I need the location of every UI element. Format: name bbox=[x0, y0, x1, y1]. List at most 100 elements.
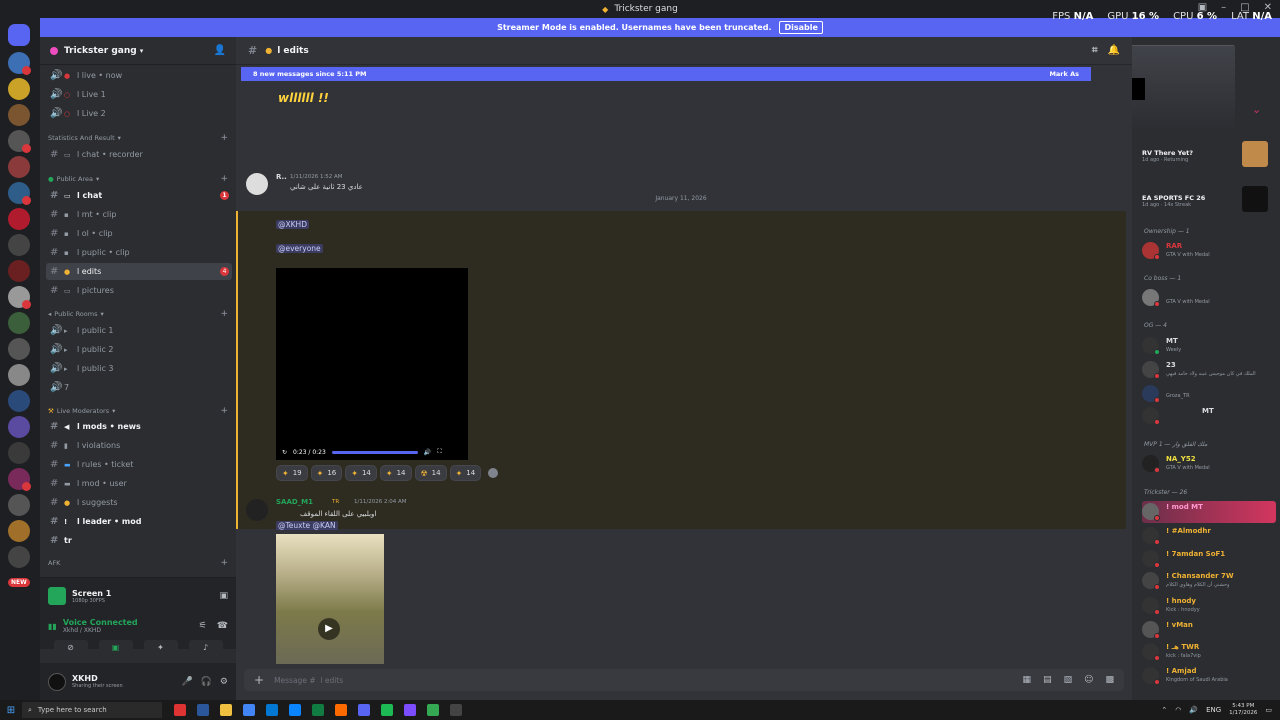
avatar[interactable] bbox=[246, 499, 268, 521]
member-item[interactable]: ! 7amdan SoF1 bbox=[1142, 548, 1276, 570]
add-channel-icon[interactable]: + bbox=[220, 406, 228, 416]
member-item[interactable]: ! Chansander 7W وحشني أن الكلام وهاوي الك… bbox=[1142, 570, 1276, 592]
server-icon[interactable] bbox=[8, 338, 30, 360]
channel-puplic-clip[interactable]: # ▪ l puplic • clip bbox=[46, 244, 232, 261]
channel-mods-news[interactable]: # ◀ l mods • news bbox=[46, 418, 232, 435]
reaction[interactable]: ☢ 14 bbox=[414, 465, 447, 481]
mark-as-read-button[interactable]: Mark As bbox=[1049, 70, 1079, 78]
app-icon[interactable] bbox=[266, 704, 278, 716]
emoji-icon[interactable]: ☺ bbox=[1084, 675, 1093, 685]
channel-mod-user[interactable]: # ▬ l mod • user bbox=[46, 475, 232, 492]
server-icon[interactable] bbox=[8, 416, 30, 438]
reaction[interactable]: ✦ 14 bbox=[379, 465, 412, 481]
server-icon[interactable] bbox=[8, 442, 30, 464]
notification-bell-icon[interactable]: 🔔 bbox=[1108, 45, 1120, 56]
category-afk[interactable]: AFK + bbox=[48, 557, 228, 569]
avatar[interactable] bbox=[246, 173, 268, 195]
member-item[interactable]: MT bbox=[1142, 405, 1276, 427]
chrome-icon[interactable] bbox=[427, 704, 439, 716]
channel-chat[interactable]: # ▭ l chat 1 bbox=[46, 187, 232, 204]
add-attachment-icon[interactable]: + bbox=[254, 673, 264, 687]
channel-pictures[interactable]: # ▭ l pictures bbox=[46, 282, 232, 299]
server-icon[interactable] bbox=[8, 546, 30, 568]
add-channel-icon[interactable]: + bbox=[220, 174, 228, 184]
taskbar-search[interactable]: ⌕ Type here to search bbox=[22, 702, 162, 718]
add-channel-icon[interactable]: + bbox=[220, 309, 228, 319]
member-item[interactable]: ! hnody Kick : hnodyy bbox=[1142, 595, 1276, 617]
activities-button[interactable]: ✦ bbox=[143, 640, 178, 656]
server-icon[interactable] bbox=[8, 260, 30, 282]
disconnect-icon[interactable]: ☎ bbox=[217, 621, 228, 631]
server-icon[interactable] bbox=[8, 364, 30, 386]
taskbar-clock[interactable]: 5:43 PM 1/17/2026 bbox=[1229, 703, 1257, 717]
video-progress-bar[interactable] bbox=[331, 450, 418, 454]
notifications-icon[interactable]: ▭ bbox=[1265, 706, 1272, 714]
voice-status-channel[interactable]: Xkhd / XKHD bbox=[63, 627, 138, 634]
disable-streamer-mode-button[interactable]: Disable bbox=[779, 21, 823, 34]
avatar[interactable] bbox=[48, 672, 66, 691]
channel-public-3[interactable]: 🔊 ▸ l public 3 bbox=[46, 360, 232, 377]
home-button[interactable] bbox=[8, 24, 30, 46]
sticker-icon[interactable]: ▧ bbox=[1064, 675, 1073, 685]
add-reaction-icon[interactable] bbox=[488, 468, 499, 478]
channel-public-1[interactable]: 🔊 ▸ l public 1 bbox=[46, 322, 232, 339]
user-mention[interactable]: @Teuxte @KAN bbox=[276, 521, 338, 530]
channel-chat-recorder[interactable]: # ▭ l chat • recorder bbox=[46, 146, 232, 163]
member-item[interactable]: ! Amjad Kingdom of Saudi Arabia bbox=[1142, 665, 1276, 687]
channel-violations[interactable]: # ▮ l violations bbox=[46, 437, 232, 454]
message-author[interactable]: R.. bbox=[276, 173, 287, 181]
channel-mt-clip[interactable]: # ▪ l mt • clip bbox=[46, 206, 232, 223]
app-icon[interactable] bbox=[450, 704, 462, 716]
app-icon[interactable] bbox=[312, 704, 324, 716]
apps-icon[interactable]: ▩ bbox=[1105, 675, 1114, 685]
discord-icon[interactable] bbox=[358, 704, 370, 716]
server-icon[interactable] bbox=[8, 208, 30, 230]
member-item[interactable]: NA_Y52 GTA V with Medal bbox=[1142, 453, 1276, 475]
member-item[interactable]: ! #Almodhr bbox=[1142, 525, 1276, 547]
server-icon[interactable] bbox=[8, 520, 30, 542]
app-icon[interactable] bbox=[174, 704, 186, 716]
server-icon[interactable] bbox=[8, 234, 30, 256]
category-public-rooms[interactable]: ◂ Public Rooms ▾ + bbox=[48, 308, 228, 320]
popout-icon[interactable]: ▣ bbox=[219, 591, 228, 601]
member-item[interactable]: GTA V with Medal bbox=[1142, 287, 1276, 309]
headphones-icon[interactable]: 🎧 bbox=[201, 677, 212, 687]
channel-ol-clip[interactable]: # ▪ l ol • clip bbox=[46, 225, 232, 242]
language-indicator[interactable]: ENG bbox=[1206, 706, 1221, 714]
server-icon[interactable] bbox=[8, 78, 30, 100]
folder-icon[interactable] bbox=[220, 704, 232, 716]
category-live-moderators[interactable]: ⚒ Live Moderators ▾ + bbox=[48, 405, 228, 417]
browser-icon[interactable] bbox=[289, 704, 301, 716]
microphone-icon[interactable]: 🎤 bbox=[181, 677, 192, 687]
channel-rules-ticket[interactable]: # ▬ l rules • ticket bbox=[46, 456, 232, 473]
gift-icon[interactable]: ▦ bbox=[1023, 675, 1032, 685]
member-item[interactable]: RAR GTA V with Medal bbox=[1142, 240, 1276, 262]
category-statistics[interactable]: Statistics And Result ▾ + bbox=[48, 132, 228, 144]
category-public-area[interactable]: ● Public Area ▾ + bbox=[48, 173, 228, 185]
message-input[interactable] bbox=[274, 675, 775, 685]
server-icon[interactable] bbox=[8, 104, 30, 126]
add-channel-icon[interactable]: + bbox=[220, 133, 228, 143]
screen-share-tile[interactable]: Screen 1 1080p 30FPS ▣ bbox=[48, 585, 228, 607]
soundboard-button[interactable]: ♪ bbox=[188, 640, 223, 656]
gear-icon[interactable]: ⚙ bbox=[220, 677, 228, 687]
camera-off-button[interactable]: ⊘ bbox=[53, 640, 88, 656]
reaction[interactable]: ✦ 14 bbox=[345, 465, 377, 481]
activity-card[interactable]: EA SPORTS FC 26 1d ago · 14x Streak bbox=[1142, 186, 1272, 212]
guild-header[interactable]: Trickster gang ▾ 👤 bbox=[40, 37, 236, 65]
stream-preview[interactable] bbox=[1132, 45, 1235, 130]
threads-icon[interactable]: ⌗ bbox=[1092, 45, 1098, 56]
channel-tr[interactable]: # tr bbox=[46, 532, 232, 549]
member-item[interactable]: ! mod MT bbox=[1142, 501, 1276, 523]
channel-leader-mod[interactable]: #! l leader • mod bbox=[46, 513, 232, 530]
activity-card[interactable]: RV There Yet? 1d ago · Returning bbox=[1142, 141, 1272, 167]
new-messages-bar[interactable]: 8 new messages since 5:11 PM Mark As bbox=[241, 67, 1091, 81]
app-icon[interactable] bbox=[381, 704, 393, 716]
everyone-mention[interactable]: @everyone bbox=[276, 244, 323, 253]
app-icon[interactable] bbox=[404, 704, 416, 716]
app-icon[interactable] bbox=[197, 704, 209, 716]
reaction[interactable]: ✦ 14 bbox=[449, 465, 482, 481]
message-author[interactable]: SAAD_M1 bbox=[276, 498, 313, 506]
tray-chevron-icon[interactable]: ⌃ bbox=[1161, 706, 1167, 714]
channel-live-2[interactable]: 🔊 ○ l Live 2 bbox=[46, 105, 232, 122]
